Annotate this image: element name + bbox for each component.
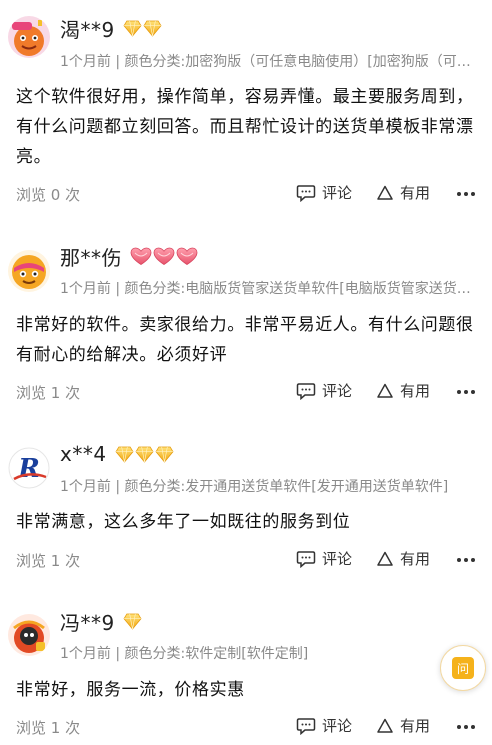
comment-icon (296, 717, 316, 735)
member-badges (115, 446, 174, 463)
svg-text:R: R (17, 454, 40, 484)
useful-button[interactable]: 有用 (376, 380, 430, 401)
review-actions: 浏览 0 次 评论 有用 (0, 180, 492, 208)
thumb-up-icon (377, 718, 393, 733)
gold-diamond-icon (143, 20, 162, 37)
comment-label: 评论 (322, 717, 353, 735)
review-content: 非常好，服务一流，价格实惠 (16, 680, 245, 700)
thumb-up-icon (377, 551, 393, 566)
user-header: 那**伤 (60, 241, 198, 271)
thumb-up-icon (377, 383, 393, 398)
user-header: 冯**9 (60, 606, 142, 636)
useful-button[interactable]: 有用 (376, 182, 430, 203)
gold-diamond-icon (123, 613, 142, 630)
review-content: 非常满意，这么多年了一如既往的服务到位 (16, 512, 351, 532)
review-meta: 1个月前 | 颜色分类:电脑版货管家送货单软件[电脑版货管家送货单软件] (60, 281, 480, 297)
member-badges (123, 613, 142, 630)
username[interactable]: 冯**9 (60, 607, 115, 636)
gold-diamond-icon (155, 446, 174, 463)
avatar[interactable] (8, 16, 50, 58)
useful-button[interactable]: 有用 (376, 548, 430, 569)
question-icon: 问 (452, 657, 474, 679)
comment-icon (296, 382, 316, 400)
comment-button[interactable]: 评论 (296, 182, 352, 203)
comment-button[interactable]: 评论 (296, 380, 352, 401)
more-icon[interactable] (456, 717, 476, 737)
view-count: 浏览 0 次 (16, 186, 81, 204)
review-actions: 浏览 1 次 评论 有用 (0, 378, 492, 406)
comment-button[interactable]: 评论 (296, 548, 352, 569)
review-content: 非常好的软件。卖家很给力。非常平易近人。有什么问题很有耐心的给解决。必须好评 (16, 315, 474, 365)
useful-label: 有用 (400, 382, 431, 400)
member-badges (123, 20, 162, 37)
pink-heart-icon (176, 247, 198, 265)
thumb-up-icon (377, 185, 393, 200)
view-count: 浏览 1 次 (16, 552, 81, 570)
pink-heart-icon (153, 247, 175, 265)
avatar[interactable] (8, 250, 50, 292)
gold-diamond-icon (115, 446, 134, 463)
pink-heart-icon (130, 247, 152, 265)
avatar[interactable] (8, 614, 50, 656)
username[interactable]: 渴**9 (60, 14, 115, 43)
more-icon[interactable] (456, 184, 476, 204)
user-header: 渴**9 (60, 13, 162, 43)
useful-label: 有用 (400, 550, 431, 568)
useful-label: 有用 (400, 184, 431, 202)
gold-diamond-icon (123, 20, 142, 37)
ask-question-label: 问 (456, 661, 469, 676)
user-header: x**4 (60, 439, 174, 469)
review-actions: 浏览 1 次 评论 有用 (0, 546, 492, 574)
comment-icon (296, 184, 316, 202)
view-count: 浏览 1 次 (16, 384, 81, 402)
review-meta: 1个月前 | 颜色分类:软件定制[软件定制] (60, 646, 309, 662)
username[interactable]: x**4 (60, 442, 107, 466)
review-meta: 1个月前 | 颜色分类:加密狗版（可任意电脑使用）[加密狗版（可任意电脑使用）] (60, 54, 480, 70)
review-meta: 1个月前 | 颜色分类:发开通用送货单软件[发开通用送货单软件] (60, 479, 449, 495)
comment-button[interactable]: 评论 (296, 715, 352, 736)
comment-icon (296, 550, 316, 568)
gold-diamond-icon (135, 446, 154, 463)
ask-question-button[interactable]: 问 (440, 645, 486, 691)
comment-label: 评论 (322, 382, 353, 400)
useful-label: 有用 (400, 717, 431, 735)
member-badges (130, 247, 198, 266)
review-content: 这个软件很好用，操作简单，容易弄懂。最主要服务周到，有什么问题都立刻回答。而且帮… (16, 87, 474, 167)
comment-label: 评论 (322, 550, 353, 568)
avatar[interactable]: R (8, 447, 50, 489)
view-count: 浏览 1 次 (16, 719, 81, 737)
review-actions: 浏览 1 次 评论 有用 (0, 713, 492, 741)
useful-button[interactable]: 有用 (376, 715, 430, 736)
more-icon[interactable] (456, 382, 476, 402)
username[interactable]: 那**伤 (60, 242, 122, 271)
more-icon[interactable] (456, 550, 476, 570)
comment-label: 评论 (322, 184, 353, 202)
